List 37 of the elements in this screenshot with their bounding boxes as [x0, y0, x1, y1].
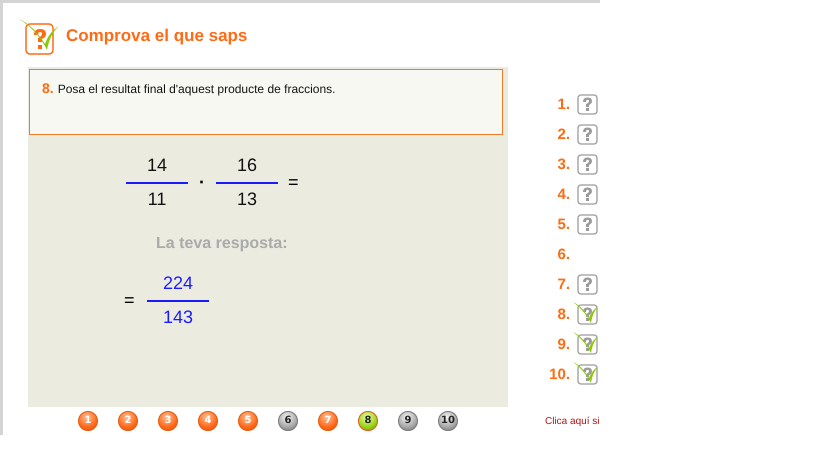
question-number: 10.: [548, 366, 570, 382]
answer-label: La teva resposta:: [156, 235, 289, 253]
page-button[interactable]: 9: [398, 411, 418, 431]
answer-numerator: 224: [162, 273, 194, 294]
question-number: 2.: [556, 126, 570, 142]
numerator: 14: [146, 155, 168, 176]
question-number: 7.: [556, 276, 570, 292]
question-number: 8.: [42, 80, 54, 96]
page-title: Comprova el que saps: [66, 26, 248, 46]
question-number: 1.: [556, 96, 570, 112]
page-button[interactable]: 6: [278, 411, 298, 431]
question-number: 4.: [556, 186, 570, 202]
page-button[interactable]: 3: [158, 411, 178, 431]
page-button[interactable]: 10: [438, 411, 458, 431]
page-button[interactable]: 1: [78, 411, 98, 431]
answer-denominator: 143: [162, 307, 194, 328]
question-number: 3.: [556, 156, 570, 172]
question-text: Posa el resultat final d'aquest producte de fraccions.: [58, 82, 336, 96]
question-number: 8.: [556, 306, 570, 322]
question-number: 6.: [556, 246, 570, 262]
page-button[interactable]: 5: [238, 411, 258, 431]
equals-sign: =: [124, 290, 136, 311]
page-button[interactable]: 7: [318, 411, 338, 431]
equals-sign: =: [288, 172, 299, 193]
page-button[interactable]: 2: [118, 411, 138, 431]
denominator: 13: [236, 189, 258, 210]
question-checkmark-icon[interactable]: [573, 332, 599, 356]
page-button[interactable]: 4: [198, 411, 218, 431]
numerator: 16: [236, 155, 258, 176]
question-checkmark-icon[interactable]: [573, 362, 599, 386]
multiply-sign: ·: [198, 172, 206, 193]
question-number: 9.: [556, 336, 570, 352]
help-link[interactable]: Clica aquí si: [545, 416, 600, 426]
page-button[interactable]: 8: [358, 411, 378, 431]
question-number: 5.: [556, 216, 570, 232]
denominator: 11: [148, 189, 166, 210]
question-checkmark-icon[interactable]: [573, 302, 599, 326]
